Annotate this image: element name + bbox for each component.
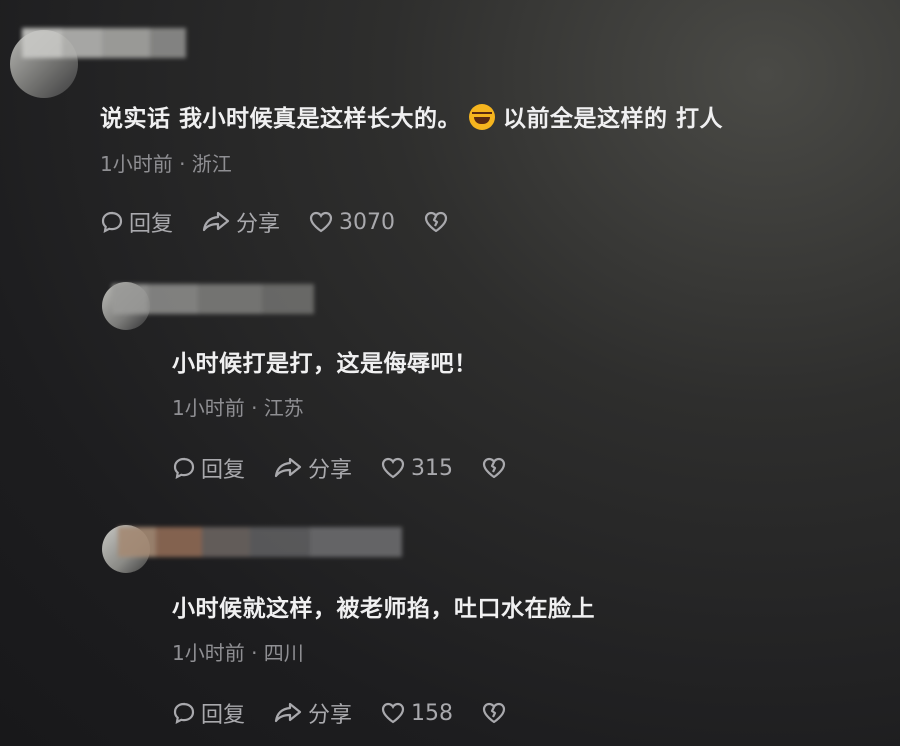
share-arrow-icon bbox=[274, 702, 302, 723]
reply-button[interactable]: 回复 bbox=[172, 697, 245, 729]
comment-item: 说实话 我小时候真是这样长大的。 以前全是这样的 打人 1小时前 · 浙江 回复 … bbox=[0, 0, 900, 250]
comment-meta: 1小时前 · 浙江 bbox=[100, 152, 232, 176]
reply-label: 回复 bbox=[201, 458, 246, 483]
like-count: 158 bbox=[411, 700, 454, 726]
comment-text: 小时候就这样，被老师掐，吐口水在脸上 bbox=[172, 596, 595, 622]
comment-meta: 1小时前 · 四川 bbox=[172, 641, 304, 665]
reply-comment-item: 小时候就这样，被老师掐，吐口水在脸上 1小时前 · 四川 回复 分享 158 bbox=[0, 505, 900, 746]
like-count: 3070 bbox=[339, 209, 396, 235]
comment-text-part: 说实话 我小时候真是这样长大的。 bbox=[100, 106, 462, 132]
reply-button[interactable]: 回复 bbox=[172, 452, 245, 484]
share-button[interactable]: 分享 bbox=[273, 452, 352, 484]
dislike-button[interactable] bbox=[481, 701, 512, 725]
reply-bubble-icon bbox=[173, 457, 195, 479]
broken-heart-icon bbox=[482, 702, 506, 724]
reply-comment-item: 小时候打是打，这是侮辱吧！ 1小时前 · 江苏 回复 分享 315 bbox=[0, 260, 900, 500]
reply-bubble-icon bbox=[173, 702, 195, 724]
share-arrow-icon bbox=[274, 457, 302, 478]
like-button[interactable]: 315 bbox=[380, 456, 453, 481]
share-label: 分享 bbox=[308, 703, 353, 728]
comment-text-part: 以前全是这样的 打人 bbox=[503, 106, 724, 132]
reply-button[interactable]: 回复 bbox=[100, 206, 173, 238]
like-count: 315 bbox=[411, 455, 454, 481]
heart-icon bbox=[381, 702, 405, 724]
reply-label: 回复 bbox=[201, 703, 246, 728]
username-blurred[interactable] bbox=[112, 284, 314, 314]
comment-text: 小时候打是打，这是侮辱吧！ bbox=[172, 351, 478, 377]
comment-text: 说实话 我小时候真是这样长大的。 以前全是这样的 打人 bbox=[100, 99, 723, 133]
like-button[interactable]: 158 bbox=[380, 701, 453, 726]
action-bar: 回复 分享 3070 bbox=[100, 206, 482, 238]
username-blurred[interactable] bbox=[22, 28, 186, 58]
heart-icon bbox=[381, 457, 405, 479]
share-label: 分享 bbox=[308, 458, 353, 483]
comment-meta: 1小时前 · 江苏 bbox=[172, 396, 304, 420]
share-button[interactable]: 分享 bbox=[273, 697, 352, 729]
action-bar: 回复 分享 158 bbox=[172, 697, 540, 729]
share-button[interactable]: 分享 bbox=[201, 206, 280, 238]
share-arrow-icon bbox=[202, 211, 230, 232]
share-label: 分享 bbox=[236, 212, 281, 237]
dislike-button[interactable] bbox=[481, 456, 512, 480]
action-bar: 回复 分享 315 bbox=[172, 452, 540, 484]
broken-heart-icon bbox=[424, 211, 448, 233]
rofl-emoji-icon bbox=[469, 104, 496, 130]
reply-label: 回复 bbox=[129, 212, 174, 237]
reply-bubble-icon bbox=[101, 211, 123, 233]
broken-heart-icon bbox=[482, 457, 506, 479]
dislike-button[interactable] bbox=[423, 210, 454, 234]
heart-icon bbox=[309, 211, 333, 233]
like-button[interactable]: 3070 bbox=[308, 210, 395, 235]
username-blurred[interactable] bbox=[118, 527, 402, 557]
